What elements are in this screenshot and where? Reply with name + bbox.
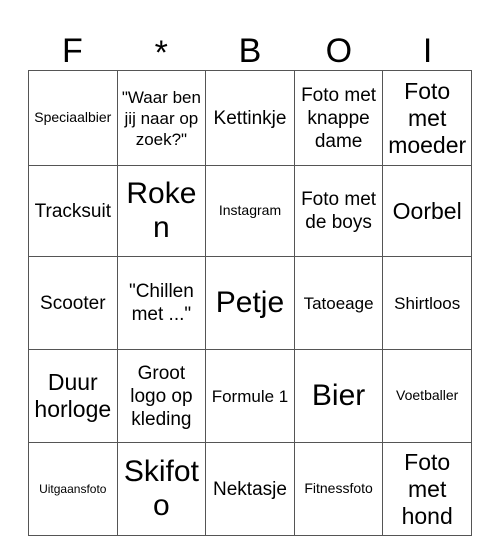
- bingo-cell-label: Fitnessfoto: [304, 480, 373, 496]
- bingo-grid: Speciaalbier "Waar ben jij naar op zoek?…: [28, 70, 472, 536]
- bingo-row: Speciaalbier "Waar ben jij naar op zoek?…: [28, 70, 472, 166]
- bingo-cell-r1c1[interactable]: Speciaalbier: [28, 70, 118, 166]
- bingo-cell-label: Shirtloos: [394, 293, 461, 313]
- bingo-cell-r1c5[interactable]: Foto met moeder: [382, 70, 472, 166]
- bingo-cell-r4c1[interactable]: Duur horloge: [28, 349, 118, 443]
- bingo-cell-r5c4[interactable]: Fitnessfoto: [293, 442, 384, 536]
- bingo-cell-r2c5[interactable]: Oorbel: [382, 165, 472, 257]
- bingo-cell-label: Skifoto: [123, 455, 199, 522]
- bingo-row: Scooter "Chillen met ..." Petje Tatoeage…: [28, 256, 472, 350]
- bingo-cell-label: Foto met de boys: [301, 189, 377, 233]
- bingo-header-letter-4: I: [422, 32, 433, 70]
- bingo-cell-r5c5[interactable]: Foto met hond: [382, 442, 472, 536]
- bingo-cell-r5c2[interactable]: Skifoto: [116, 442, 207, 536]
- bingo-card: F * B O I Speciaalbier "Waar ben jij naa…: [28, 14, 472, 536]
- bingo-cell-label: Scooter: [40, 292, 106, 314]
- bingo-cell-label: Voetballer: [396, 387, 459, 403]
- bingo-cell-label: Duur horloge: [34, 369, 112, 422]
- bingo-cell-r3c1[interactable]: Scooter: [28, 256, 118, 350]
- bingo-cell-label: Roken: [126, 177, 197, 244]
- bingo-cell-r4c4[interactable]: Bier: [293, 349, 384, 443]
- bingo-header-letter-1: *: [117, 32, 206, 72]
- bingo-cell-label: Tatoeage: [303, 293, 374, 313]
- bingo-header-letter-2: B: [238, 32, 262, 70]
- bingo-cell-label: Nektasje: [213, 478, 287, 500]
- bingo-cell-label: Uitgaansfoto: [39, 482, 107, 496]
- bingo-cell-label: Bier: [311, 379, 366, 412]
- bingo-cell-label: Foto met hond: [401, 448, 453, 529]
- bingo-cell-r1c2[interactable]: "Waar ben jij naar op zoek?": [116, 70, 207, 166]
- bingo-cell-r5c3[interactable]: Nektasje: [205, 442, 295, 536]
- bingo-cell-r2c2[interactable]: Roken: [116, 165, 207, 257]
- bingo-cell-label: Groot logo op kleding: [130, 362, 193, 430]
- bingo-header-letter-1-glyph: *: [154, 34, 168, 72]
- bingo-cell-label: Foto met moeder: [388, 77, 467, 158]
- bingo-cell-r1c4[interactable]: Foto met knappe dame: [293, 70, 384, 166]
- bingo-cell-r2c3[interactable]: Instagram: [205, 165, 295, 257]
- bingo-cell-r3c2[interactable]: "Chillen met ...": [116, 256, 207, 350]
- bingo-cell-r4c3[interactable]: Formule 1: [205, 349, 295, 443]
- bingo-cell-label: "Chillen met ...": [128, 281, 194, 325]
- bingo-cell-r1c3[interactable]: Kettinkje: [205, 70, 295, 166]
- bingo-cell-label: Speciaalbier: [34, 109, 112, 125]
- bingo-cell-label: Oorbel: [392, 197, 462, 224]
- bingo-cell-r2c4[interactable]: Foto met de boys: [293, 165, 384, 257]
- bingo-header-letter-3: O: [325, 32, 353, 70]
- bingo-cell-r2c1[interactable]: Tracksuit: [28, 165, 118, 257]
- bingo-cell-label: Instagram: [218, 202, 282, 218]
- bingo-row: Uitgaansfoto Skifoto Nektasje Fitnessfot…: [28, 442, 472, 536]
- bingo-cell-r5c1[interactable]: Uitgaansfoto: [28, 442, 118, 536]
- bingo-cell-r3c4[interactable]: Tatoeage: [293, 256, 384, 350]
- bingo-header-letter-0: F: [62, 32, 83, 70]
- bingo-row: Tracksuit Roken Instagram Foto met de bo…: [28, 165, 472, 257]
- bingo-cell-label: Kettinkje: [213, 107, 287, 129]
- bingo-cell-label: Petje: [215, 286, 285, 319]
- bingo-cell-r3c5[interactable]: Shirtloos: [382, 256, 472, 350]
- bingo-header-row: F * B O I: [28, 14, 472, 72]
- bingo-cell-r3c3[interactable]: Petje: [205, 256, 295, 350]
- bingo-cell-r4c2[interactable]: Groot logo op kleding: [116, 349, 207, 443]
- bingo-row: Duur horloge Groot logo op kleding Formu…: [28, 349, 472, 443]
- bingo-cell-r4c5[interactable]: Voetballer: [382, 349, 472, 443]
- bingo-cell-label: Formule 1: [211, 386, 289, 406]
- bingo-cell-label: Foto met knappe dame: [301, 84, 377, 152]
- bingo-cell-label: Tracksuit: [34, 200, 111, 222]
- bingo-cell-label: "Waar ben jij naar op zoek?": [121, 87, 201, 149]
